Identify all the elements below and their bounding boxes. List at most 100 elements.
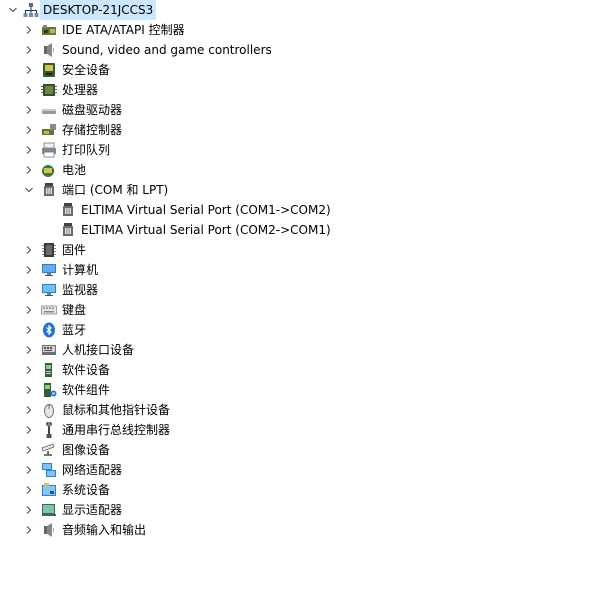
- tree-category-row[interactable]: 音频输入和输出: [0, 520, 594, 540]
- chevron-right-icon[interactable]: [21, 400, 37, 420]
- camera-icon: [41, 442, 57, 458]
- tree-category-label[interactable]: 计算机: [59, 260, 101, 280]
- port-icon: [60, 202, 76, 218]
- chevron-right-icon[interactable]: [21, 420, 37, 440]
- tree-category-label[interactable]: 显示适配器: [59, 500, 125, 520]
- tree-category-row[interactable]: 存储控制器: [0, 120, 594, 140]
- computer-tree-icon: [23, 2, 39, 18]
- tree-category-row[interactable]: 显示适配器: [0, 500, 594, 520]
- tree-category-row[interactable]: Sound, video and game controllers: [0, 40, 594, 60]
- keyboard-icon: [41, 302, 57, 318]
- ide-controller-icon: [41, 22, 57, 38]
- tree-category-row[interactable]: 打印队列: [0, 140, 594, 160]
- chevron-down-icon[interactable]: [21, 180, 37, 200]
- chevron-right-icon[interactable]: [21, 320, 37, 340]
- tree-category-label[interactable]: 磁盘驱动器: [59, 100, 125, 120]
- chevron-right-icon[interactable]: [21, 380, 37, 400]
- mouse-icon: [41, 402, 57, 418]
- disk-drive-icon: [41, 102, 57, 118]
- tree-category-row[interactable]: 安全设备: [0, 60, 594, 80]
- tree-category-label[interactable]: 处理器: [59, 80, 101, 100]
- tree-category-label[interactable]: 通用串行总线控制器: [59, 420, 173, 440]
- chevron-right-icon[interactable]: [21, 480, 37, 500]
- security-device-icon: [41, 62, 57, 78]
- tree-category-row[interactable]: 网络适配器: [0, 460, 594, 480]
- tree-category-row[interactable]: 监视器: [0, 280, 594, 300]
- tree-category-label[interactable]: 音频输入和输出: [59, 520, 149, 540]
- tree-category-label[interactable]: 系统设备: [59, 480, 113, 500]
- chevron-right-icon[interactable]: [21, 20, 37, 40]
- tree-category-label[interactable]: 键盘: [59, 300, 89, 320]
- tree-device-label[interactable]: ELTIMA Virtual Serial Port (COM2->COM1): [78, 220, 334, 240]
- tree-category-label[interactable]: IDE ATA/ATAPI 控制器: [59, 20, 188, 40]
- tree-category-label[interactable]: 图像设备: [59, 440, 113, 460]
- tree-category-label[interactable]: 蓝牙: [59, 320, 89, 340]
- tree-category-row[interactable]: 处理器: [0, 80, 594, 100]
- chevron-down-icon[interactable]: [5, 0, 21, 20]
- chevron-right-icon[interactable]: [21, 300, 37, 320]
- chevron-right-icon[interactable]: [21, 80, 37, 100]
- tree-category-row[interactable]: 人机接口设备: [0, 340, 594, 360]
- tree-category-row[interactable]: 键盘: [0, 300, 594, 320]
- firmware-icon: [41, 242, 57, 258]
- tree-category-label[interactable]: 网络适配器: [59, 460, 125, 480]
- chevron-right-icon[interactable]: [21, 100, 37, 120]
- chevron-right-icon[interactable]: [21, 40, 37, 60]
- tree-root-label[interactable]: DESKTOP-21JCCS3: [40, 0, 157, 20]
- tree-category-row[interactable]: 系统设备: [0, 480, 594, 500]
- tree-device-row[interactable]: ELTIMA Virtual Serial Port (COM1->COM2): [0, 200, 594, 220]
- display-adapter-icon: [41, 502, 57, 518]
- chevron-right-icon[interactable]: [21, 440, 37, 460]
- tree-category-row[interactable]: 固件: [0, 240, 594, 260]
- tree-category-row[interactable]: 蓝牙: [0, 320, 594, 340]
- tree-category-label[interactable]: 监视器: [59, 280, 101, 300]
- chevron-right-icon[interactable]: [21, 360, 37, 380]
- monitor-icon: [41, 282, 57, 298]
- port-icon: [41, 182, 57, 198]
- tree-category-label[interactable]: 存储控制器: [59, 120, 125, 140]
- tree-category-label[interactable]: 电池: [59, 160, 89, 180]
- chevron-right-icon[interactable]: [21, 340, 37, 360]
- tree-device-label[interactable]: ELTIMA Virtual Serial Port (COM1->COM2): [78, 200, 334, 220]
- tree-category-label[interactable]: 打印队列: [59, 140, 113, 160]
- tree-category-row[interactable]: 图像设备: [0, 440, 594, 460]
- tree-category-row[interactable]: 软件组件: [0, 380, 594, 400]
- tree-category-row[interactable]: 磁盘驱动器: [0, 100, 594, 120]
- chevron-right-icon[interactable]: [21, 260, 37, 280]
- chevron-right-icon[interactable]: [21, 240, 37, 260]
- network-adapter-icon: [41, 462, 57, 478]
- chevron-right-icon[interactable]: [21, 140, 37, 160]
- software-component-icon: [41, 382, 57, 398]
- chevron-right-icon[interactable]: [21, 520, 37, 540]
- tree-category-label[interactable]: 软件设备: [59, 360, 113, 380]
- storage-controller-icon: [41, 122, 57, 138]
- battery-icon: [41, 162, 57, 178]
- chevron-right-icon[interactable]: [21, 460, 37, 480]
- tree-category-label[interactable]: 固件: [59, 240, 89, 260]
- tree-category-label[interactable]: 鼠标和其他指针设备: [59, 400, 173, 420]
- speaker-icon: [41, 42, 57, 58]
- processor-icon: [41, 82, 57, 98]
- hid-icon: [41, 342, 57, 358]
- tree-device-row[interactable]: ELTIMA Virtual Serial Port (COM2->COM1): [0, 220, 594, 240]
- chevron-right-icon[interactable]: [21, 280, 37, 300]
- tree-category-label[interactable]: Sound, video and game controllers: [59, 40, 275, 60]
- chevron-right-icon[interactable]: [21, 160, 37, 180]
- tree-category-row[interactable]: 软件设备: [0, 360, 594, 380]
- chevron-right-icon[interactable]: [21, 60, 37, 80]
- tree-category-row[interactable]: 通用串行总线控制器: [0, 420, 594, 440]
- tree-category-row[interactable]: 计算机: [0, 260, 594, 280]
- chevron-right-icon[interactable]: [21, 500, 37, 520]
- tree-category-row[interactable]: 端口 (COM 和 LPT): [0, 180, 594, 200]
- tree-category-row[interactable]: 电池: [0, 160, 594, 180]
- bluetooth-icon: [41, 322, 57, 338]
- tree-category-label[interactable]: 端口 (COM 和 LPT): [59, 180, 171, 200]
- tree-category-row[interactable]: IDE ATA/ATAPI 控制器: [0, 20, 594, 40]
- system-device-icon: [41, 482, 57, 498]
- port-icon: [60, 222, 76, 238]
- tree-category-label[interactable]: 安全设备: [59, 60, 113, 80]
- tree-category-label[interactable]: 软件组件: [59, 380, 113, 400]
- tree-category-label[interactable]: 人机接口设备: [59, 340, 137, 360]
- chevron-right-icon[interactable]: [21, 120, 37, 140]
- tree-category-row[interactable]: 鼠标和其他指针设备: [0, 400, 594, 420]
